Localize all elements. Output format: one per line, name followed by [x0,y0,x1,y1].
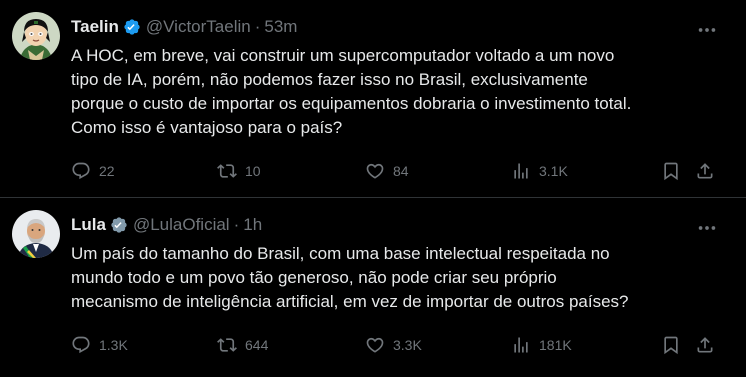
display-name[interactable]: Taelin [71,17,119,37]
share-icon [697,337,713,353]
tweet-text-line: A HOC, em breve, vai construir um superc… [71,46,615,65]
like-count: 84 [393,163,409,179]
repost-icon [217,338,237,352]
user-handle[interactable]: @LulaOficial [133,215,230,235]
repost-button[interactable]: 644 [217,334,268,356]
tweet-text-line: porque o custo de importar os equipament… [71,94,632,113]
repost-count: 644 [245,337,269,353]
more-options-icon[interactable] [696,217,718,239]
tweet-text-line: mundo todo e um povo tão generoso, não p… [71,268,557,287]
share-button[interactable] [695,160,715,182]
like-button[interactable]: 3.3K [365,334,422,356]
action-bar: 1.3K 644 3.3K 181K [71,334,731,356]
bookmark-icon [664,162,678,181]
reply-count: 1.3K [99,337,128,353]
reply-button[interactable]: 22 [71,160,115,182]
reply-count: 22 [99,163,115,179]
analytics-icon [514,163,528,179]
tweet-text-line: tipo de IA, porém, não podemos fazer iss… [71,70,588,89]
tweet-text-line: mecanismo de inteligência artificial, em… [71,292,629,311]
tweet-text: Um país do tamanho do Brasil, com uma ba… [71,242,731,314]
verified-badge-icon[interactable] [122,17,142,37]
tweet-text-line: Um país do tamanho do Brasil, com uma ba… [71,244,610,263]
tweet[interactable]: Lula @LulaOficial · 1h Um país do tamanh… [0,198,746,377]
tweet-header: Taelin @VictorTaelin · 53m [71,17,297,37]
views-button[interactable]: 181K [511,334,572,356]
reply-icon [72,336,90,354]
verified-badge-icon[interactable] [109,215,129,235]
tweet[interactable]: Taelin @VictorTaelin · 53m A HOC, em bre… [0,0,746,197]
views-count: 181K [539,337,572,353]
bookmark-icon [664,336,678,355]
timestamp[interactable]: 1h [243,215,262,235]
repost-icon [217,164,237,178]
repost-button[interactable]: 10 [217,160,261,182]
tweet-text: A HOC, em breve, vai construir um superc… [71,44,731,140]
bookmark-button[interactable] [661,160,681,182]
share-icon [697,163,713,179]
separator-dot: · [254,17,261,36]
heart-icon [366,337,384,353]
bookmark-button[interactable] [661,334,681,356]
views-button[interactable]: 3.1K [511,160,568,182]
reply-icon [72,162,90,180]
repost-count: 10 [245,163,261,179]
timestamp[interactable]: 53m [264,17,297,37]
share-button[interactable] [695,334,715,356]
heart-icon [366,163,384,179]
user-handle[interactable]: @VictorTaelin [146,17,251,37]
like-button[interactable]: 84 [365,160,409,182]
tweet-text-line: Como isso é vantajoso para o país? [71,118,343,137]
action-bar: 22 10 84 3.1K [71,160,731,182]
views-count: 3.1K [539,163,568,179]
more-options-icon[interactable] [696,19,718,41]
avatar[interactable] [12,210,60,258]
like-count: 3.3K [393,337,422,353]
reply-button[interactable]: 1.3K [71,334,128,356]
tweet-header: Lula @LulaOficial · 1h [71,215,262,235]
avatar[interactable] [12,12,60,60]
analytics-icon [514,337,528,353]
separator-dot: · [233,215,240,234]
display-name[interactable]: Lula [71,215,106,235]
